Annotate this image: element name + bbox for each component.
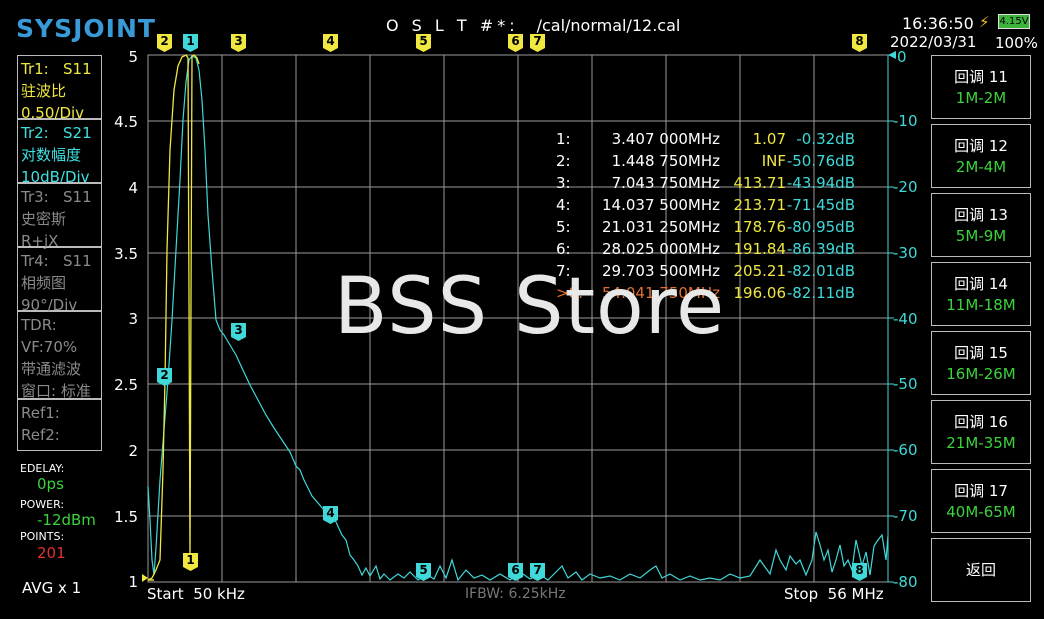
y-left-tick: 1 (128, 573, 138, 591)
recall-14-button[interactable]: 回调 14 11M-18M (931, 262, 1031, 326)
button-range: 11M-18M (946, 296, 1016, 314)
marker-db: -80.95dB (786, 218, 855, 236)
marker-vswr: INF (761, 152, 786, 170)
button-range: 21M-35M (946, 434, 1016, 452)
marker-row[interactable]: 2: 1.448 750MHz INF -50.76dB (550, 150, 870, 172)
button-range: 1M-2M (955, 89, 1007, 107)
recall-16-button[interactable]: 回调 16 21M-35M (931, 400, 1031, 464)
button-range: 2M-4M (955, 158, 1007, 176)
y-left-tick: 3 (128, 310, 138, 328)
y-left-tick: 4.5 (114, 113, 138, 131)
marker-index: 5: (556, 218, 571, 236)
marker-row[interactable]: 5: 21.031 250MHz 178.76 -80.95dB (550, 216, 870, 238)
marker-vswr: 213.71 (733, 196, 787, 214)
marker-vswr: 191.84 (733, 240, 787, 258)
marker-frequency: 28.025 000MHz (602, 240, 720, 258)
y-left-tick: 3.5 (114, 245, 138, 263)
ref-arrow-right-icon (888, 51, 896, 59)
stop-value: 56 MHz (827, 585, 884, 603)
marker-db: -82.01dB (786, 262, 855, 280)
button-label: 回调 12 (954, 137, 1008, 155)
recall-13-button[interactable]: 回调 13 5M-9M (931, 193, 1031, 257)
marker-db: -82.11dB (786, 284, 855, 302)
y-right-tick: -70 (893, 507, 918, 525)
marker-row[interactable]: 6: 28.025 000MHz 191.84 -86.39dB (550, 238, 870, 260)
marker-db: -71.45dB (786, 196, 855, 214)
y-right-tick: -80 (893, 573, 918, 591)
marker-row[interactable]: 4: 14.037 500MHz 213.71 -71.45dB (550, 194, 870, 216)
marker-db: -43.94dB (786, 174, 855, 192)
y-right-tick: -30 (893, 244, 918, 262)
marker-row[interactable]: 3: 7.043 750MHz 413.71 -43.94dB (550, 172, 870, 194)
marker-vswr: 1.07 (752, 130, 786, 148)
marker-frequency: 7.043 750MHz (611, 174, 720, 192)
button-label: 回调 15 (954, 344, 1008, 362)
y-left-tick: 4 (128, 179, 138, 197)
button-label: 回调 13 (954, 206, 1008, 224)
marker-frequency: 21.031 250MHz (602, 218, 720, 236)
recall-12-button[interactable]: 回调 12 2M-4M (931, 124, 1031, 188)
button-label: 回调 11 (954, 68, 1008, 86)
stop-label: Stop (784, 585, 819, 603)
button-range: 5M-9M (955, 227, 1007, 245)
marker-index: 4: (556, 196, 571, 214)
y-left-tick: 2.5 (114, 376, 138, 394)
y-left-tick: 5 (128, 48, 138, 66)
button-label: 回调 14 (954, 275, 1008, 293)
marker-frequency: 1.448 750MHz (611, 152, 720, 170)
ref-arrow-left-icon (142, 574, 148, 582)
marker-vswr: 413.71 (733, 174, 787, 192)
y-right-tick: 0 (897, 48, 907, 66)
recall-17-button[interactable]: 回调 17 40M-65M (931, 469, 1031, 533)
y-right-tick: -20 (893, 178, 918, 196)
marker-index: 2: (556, 152, 571, 170)
y-right-tick: -10 (893, 112, 918, 130)
marker-vswr: 178.76 (733, 218, 787, 236)
button-range: 40M-65M (946, 503, 1016, 521)
start-label: Start (147, 585, 184, 603)
vna-screen: SYSJOINT O S L T #*:/cal/normal/12.cal 1… (0, 0, 1044, 619)
watermark-text: BSS Store (334, 262, 726, 352)
marker-index: 3: (556, 174, 571, 192)
sweep-start[interactable]: Start 50 kHz (147, 585, 245, 603)
start-value: 50 kHz (193, 585, 245, 603)
marker-row[interactable]: 1: 3.407 000MHz 1.07 -0.32dB (550, 128, 870, 150)
marker-index: 6: (556, 240, 571, 258)
marker-vswr: 205.21 (733, 262, 787, 280)
y-right-tick: -50 (893, 375, 918, 393)
button-range: 16M-26M (946, 365, 1016, 383)
back-button[interactable]: 返回 (931, 538, 1031, 602)
marker-db: -86.39dB (786, 240, 855, 258)
y-right-tick: -40 (893, 310, 918, 328)
y-left-tick: 2 (128, 442, 138, 460)
recall-15-button[interactable]: 回调 15 16M-26M (931, 331, 1031, 395)
marker-db: -0.32dB (796, 130, 855, 148)
recall-11-button[interactable]: 回调 11 1M-2M (931, 55, 1031, 119)
ifbw-value: IFBW: 6.25kHz (465, 586, 566, 602)
marker-vswr: 196.06 (733, 284, 787, 302)
sweep-stop[interactable]: Stop 56 MHz (784, 585, 884, 603)
marker-frequency: 14.037 500MHz (602, 196, 720, 214)
button-label: 返回 (965, 561, 996, 579)
marker-index: 1: (556, 130, 571, 148)
button-label: 回调 17 (954, 482, 1008, 500)
marker-frequency: 3.407 000MHz (611, 130, 720, 148)
button-label: 回调 16 (954, 413, 1008, 431)
y-left-tick: 1.5 (114, 508, 138, 526)
y-right-tick: -60 (893, 441, 918, 459)
marker-db: -50.76dB (786, 152, 855, 170)
